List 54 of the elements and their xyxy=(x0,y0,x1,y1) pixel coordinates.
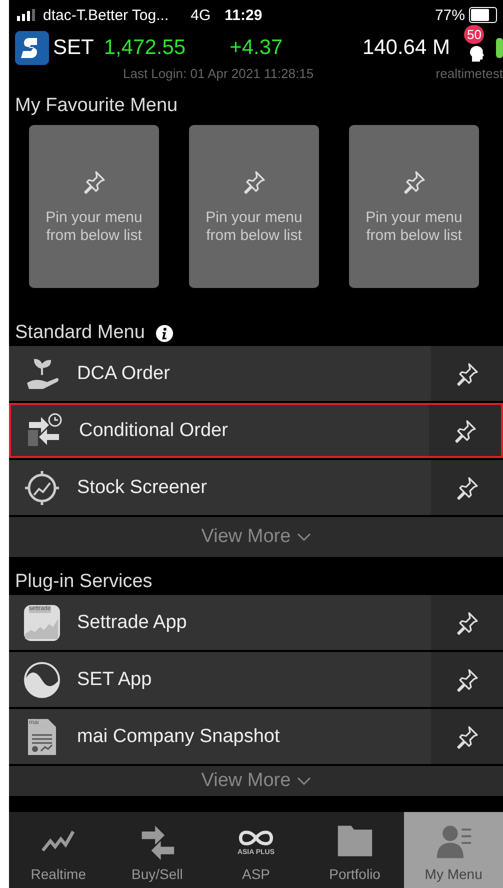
tab-item[interactable]: Portfolio xyxy=(305,812,404,888)
signal-icon xyxy=(17,9,35,21)
slot-hint: Pin your menu from below list xyxy=(204,208,304,244)
tab-item[interactable]: My Menu xyxy=(404,812,503,888)
menu-label: SET App xyxy=(77,668,152,690)
battery-percent: 77% xyxy=(434,6,465,24)
favourite-slot[interactable]: Pin your menu from below list xyxy=(189,125,319,288)
pin-button[interactable] xyxy=(431,595,503,650)
slot-hint: Pin your menu from below list xyxy=(364,208,464,244)
wave-circle-icon xyxy=(23,660,61,698)
menu-label: DCA Order xyxy=(77,362,170,384)
gauge-chart-icon xyxy=(23,468,61,506)
menu-label: mai Company Snapshot xyxy=(77,726,280,748)
section-title: My Favourite Menu xyxy=(14,94,179,118)
section-title: Standard Menu xyxy=(15,322,145,344)
carrier-name: dtac-T.Better Tog... xyxy=(43,6,169,24)
chevron-down-icon xyxy=(296,532,311,542)
pin-button[interactable] xyxy=(431,346,503,401)
notification-badge: 50 xyxy=(464,25,484,44)
pin-button[interactable] xyxy=(429,405,501,456)
pin-button[interactable] xyxy=(431,709,503,764)
network-type: 4G xyxy=(190,6,211,24)
index-name: SET xyxy=(53,36,94,60)
menu-label: Stock Screener xyxy=(77,476,207,498)
index-value: 1,472.55 xyxy=(104,36,186,60)
tab-item[interactable]: Buy/Sell xyxy=(108,812,207,888)
pin-icon xyxy=(241,168,267,194)
menu-label: Conditional Order xyxy=(79,420,228,442)
battery-icon xyxy=(469,7,497,23)
menu-item[interactable]: DCA Order xyxy=(9,346,503,401)
clock: 11:29 xyxy=(224,6,262,24)
menu-item[interactable]: SET App xyxy=(9,652,503,707)
app-logo xyxy=(15,31,49,65)
favourite-slot[interactable]: Pin your menu from below list xyxy=(349,125,479,288)
slot-hint: Pin your menu from below list xyxy=(44,208,144,244)
tab-item[interactable]: Realtime xyxy=(9,812,108,888)
username: realtimetest xyxy=(436,66,503,81)
view-more-button[interactable]: View More xyxy=(201,526,311,548)
view-more-button[interactable]: View More xyxy=(201,770,311,792)
menu-item[interactable]: Stock Screener xyxy=(9,460,503,515)
favourite-slot[interactable]: Pin your menu from below list xyxy=(29,125,159,288)
highlighted-menu-item[interactable]: Conditional Order xyxy=(9,403,503,458)
trade-volume: 140.64 M xyxy=(362,36,450,60)
status-indicator xyxy=(496,38,503,58)
chart-app-icon xyxy=(23,604,61,642)
pin-button[interactable] xyxy=(431,460,503,515)
last-login: Last Login: 01 Apr 2021 11:28:15 xyxy=(123,66,314,81)
chevron-down-icon xyxy=(296,776,311,786)
pin-button[interactable] xyxy=(431,652,503,707)
menu-label: Settrade App xyxy=(77,612,187,634)
section-title: Plug-in Services xyxy=(14,570,154,594)
pin-icon xyxy=(454,360,480,386)
info-icon[interactable] xyxy=(154,324,174,342)
index-change: +4.37 xyxy=(230,36,283,60)
